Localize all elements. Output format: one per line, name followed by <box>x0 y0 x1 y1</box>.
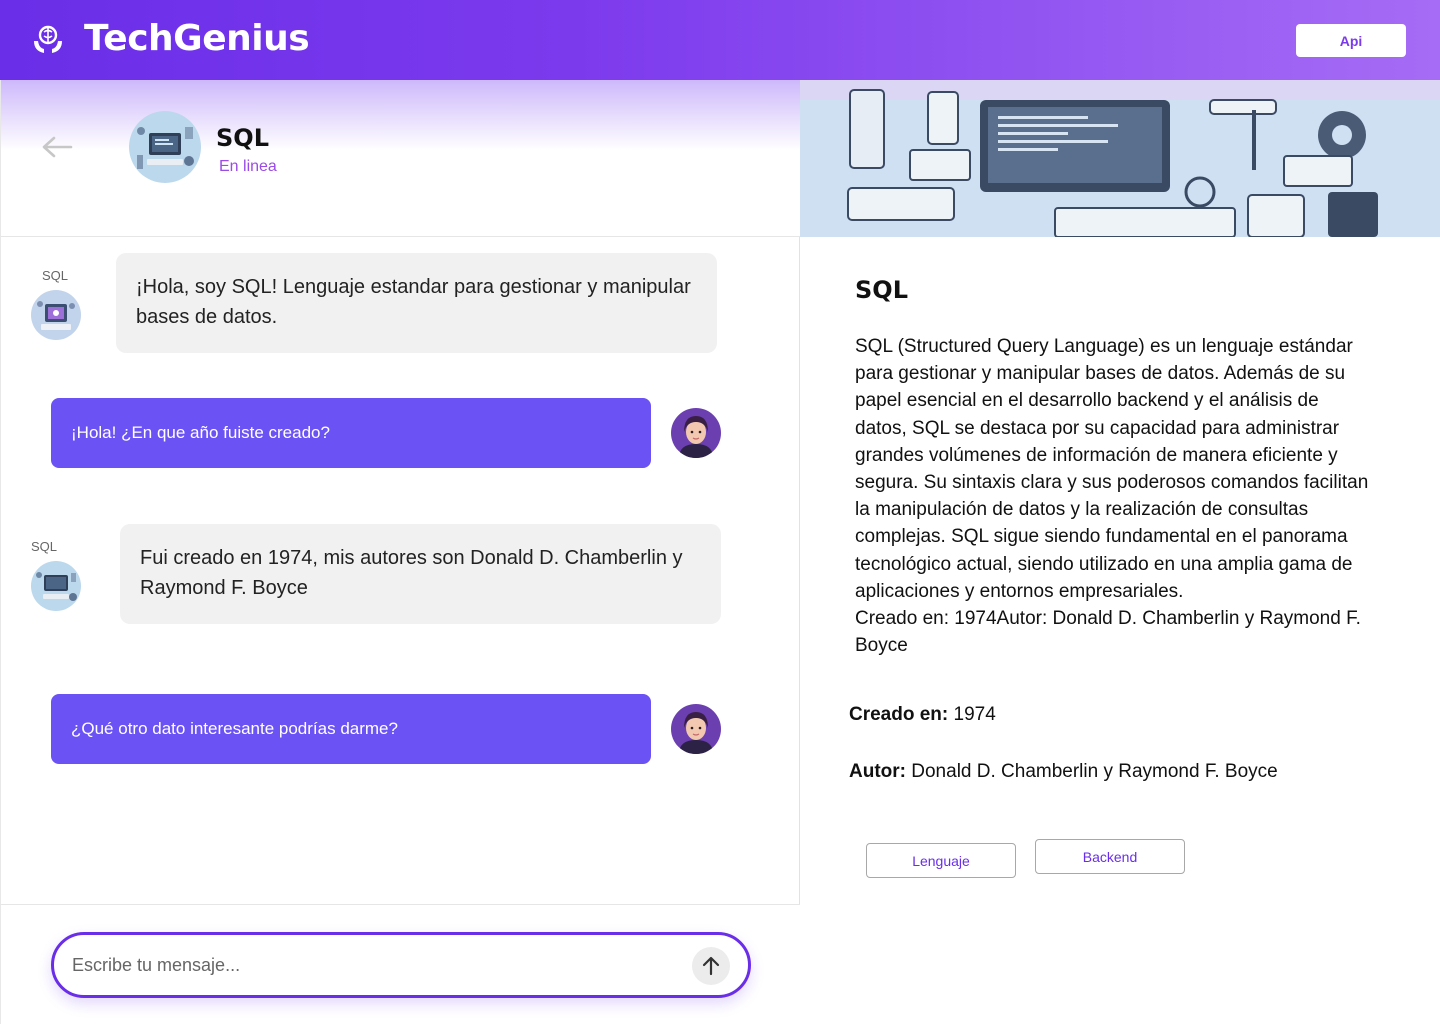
message-input[interactable] <box>72 949 662 981</box>
message-composer <box>51 932 751 998</box>
brand[interactable]: TechGenius <box>30 18 310 59</box>
bot-avatar <box>31 290 81 340</box>
author-label: Autor: <box>849 761 906 782</box>
user-message-bubble: ¡Hola! ¿En que año fuiste creado? <box>51 398 651 468</box>
top-bar: TechGenius Api <box>0 0 1440 80</box>
woman-avatar-icon <box>671 704 721 754</box>
info-title: SQL <box>855 276 908 304</box>
author-row: Autor: Donald D. Chamberlin y Raymond F.… <box>849 761 1278 783</box>
tech-illustration-icon <box>31 561 81 611</box>
chat-panel: SQL En linea SQL ¡Hola, soy SQL! Lenguaj… <box>0 80 800 1024</box>
robot-illustration-icon <box>31 290 81 340</box>
bot-message-bubble: ¡Hola, soy SQL! Lenguaje estandar para g… <box>116 253 717 353</box>
brand-name: TechGenius <box>84 18 310 59</box>
description-text: SQL (Structured Query Language) es un le… <box>855 336 1369 602</box>
info-panel: SQL SQL (Structured Query Language) es u… <box>800 80 1440 1024</box>
created-row: Creado en: 1974 <box>849 704 996 726</box>
online-status: En linea <box>219 158 277 175</box>
arrow-up-icon <box>702 956 720 976</box>
back-arrow-icon[interactable] <box>39 132 75 162</box>
api-button[interactable]: Api <box>1296 24 1406 57</box>
composer-bar <box>1 904 800 1024</box>
description-footer: Creado en: 1974Autor: Donald D. Chamberl… <box>855 608 1361 657</box>
sql-avatar <box>129 111 201 183</box>
send-button[interactable] <box>692 947 730 985</box>
info-description: SQL (Structured Query Language) es un le… <box>855 333 1375 659</box>
bot-name-label: SQL <box>42 268 69 283</box>
brain-hands-logo-icon <box>34 25 62 53</box>
woman-avatar-icon <box>671 408 721 458</box>
tech-workspace-illustration-icon <box>800 80 1440 237</box>
chat-title: SQL <box>216 124 269 152</box>
hero-illustration <box>800 80 1440 237</box>
author-value: Donald D. Chamberlin y Raymond F. Boyce <box>911 761 1278 782</box>
user-avatar <box>671 408 721 458</box>
bot-name-label: SQL <box>31 539 58 554</box>
tag-lenguaje[interactable]: Lenguaje <box>866 843 1016 878</box>
created-value: 1974 <box>953 704 996 725</box>
tag-backend[interactable]: Backend <box>1035 839 1185 874</box>
tech-illustration-icon <box>129 111 201 183</box>
user-message-bubble: ¿Qué otro dato interesante podrías darme… <box>51 694 651 764</box>
chat-header: SQL En linea <box>1 80 800 237</box>
user-avatar <box>671 704 721 754</box>
bot-message-bubble: Fui creado en 1974, mis autores son Dona… <box>120 524 721 624</box>
created-label: Creado en: <box>849 704 949 725</box>
bot-avatar <box>31 561 81 611</box>
